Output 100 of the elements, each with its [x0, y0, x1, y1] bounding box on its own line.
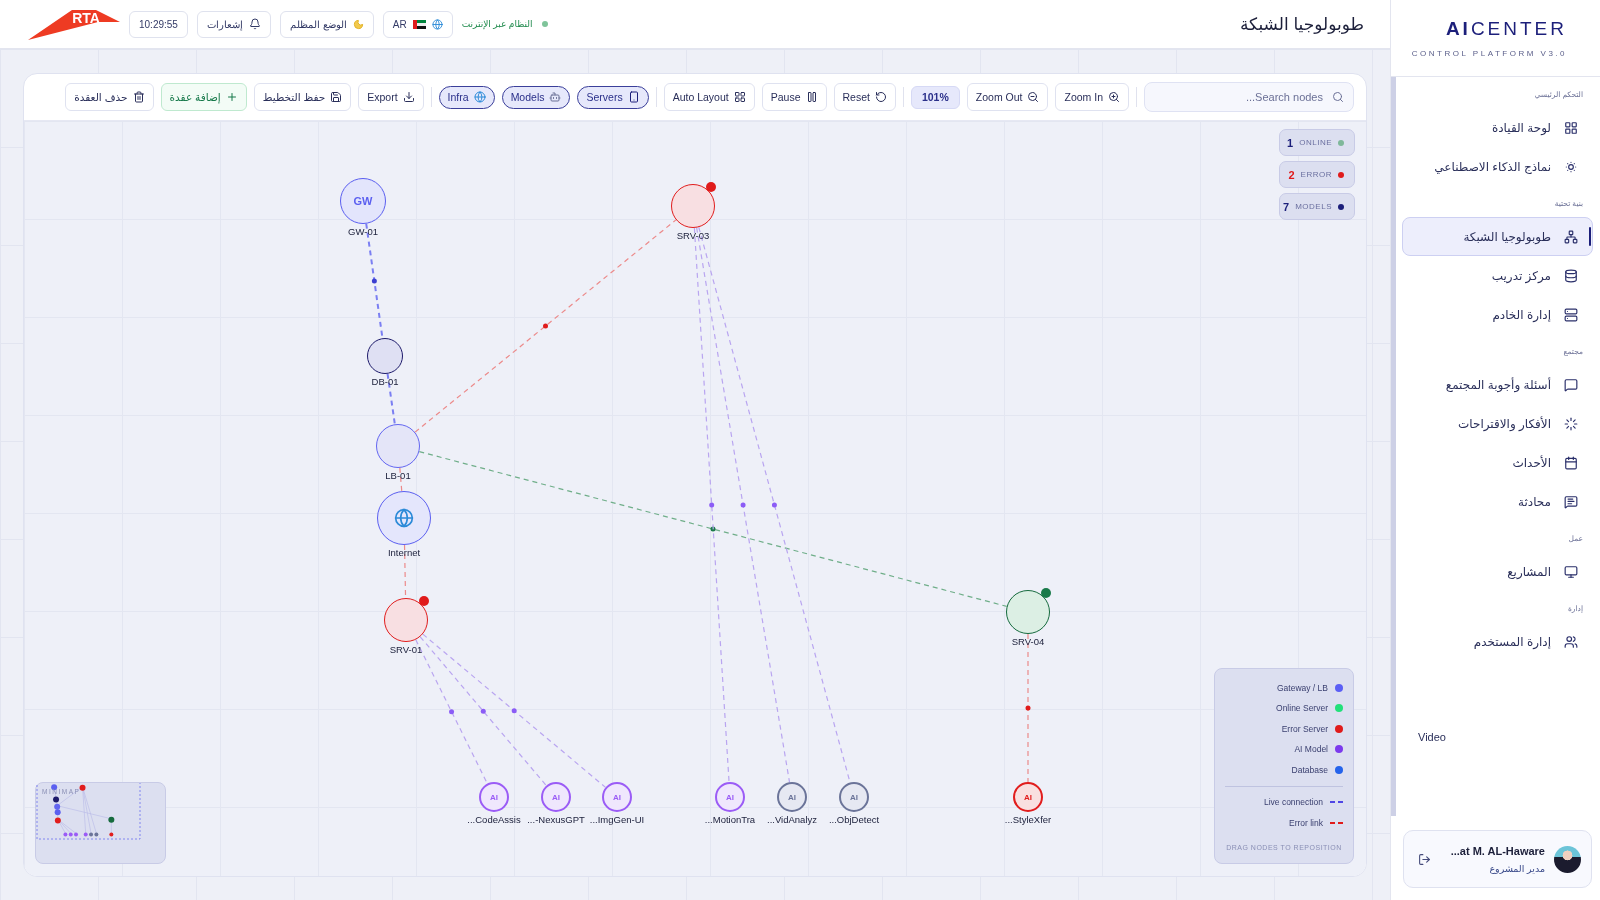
node-label: Internet	[387, 547, 421, 558]
system-status: النظام عبر الإنترنت	[461, 19, 533, 29]
internet-node[interactable]	[377, 491, 431, 545]
link-dot	[710, 526, 716, 532]
nav-item[interactable]: لوحة القيادة	[1402, 108, 1593, 147]
nav-item[interactable]: إدارة الخادم	[1402, 295, 1593, 334]
nav-item[interactable]: نماذج الذكاء الاصطناعي	[1402, 147, 1593, 186]
logout-button[interactable]	[1418, 852, 1431, 866]
filter-chip[interactable]: Servers	[577, 85, 649, 109]
node-label: SRV-04	[1011, 636, 1045, 647]
nav-link[interactable]: Video	[1418, 731, 1446, 743]
network-icon	[1564, 229, 1578, 244]
legend-label: Online Server	[1276, 703, 1328, 714]
trash-icon	[132, 91, 145, 103]
toolbar-button[interactable]: حذف العقدة	[65, 83, 154, 111]
link-dot	[709, 502, 715, 508]
globe-icon	[473, 91, 486, 103]
chat-icon	[1564, 377, 1578, 392]
node-glyph: AI	[850, 792, 858, 802]
legend-label: AI Model	[1294, 744, 1328, 755]
pause-icon	[805, 91, 818, 103]
toolbar-button[interactable]: حفظ التخطيط	[253, 83, 352, 111]
user-name: ...at M. AL-Haware	[1450, 844, 1545, 857]
node-glyph: GW	[353, 195, 373, 207]
toolbar-button[interactable]: إضافة عقدة	[160, 83, 247, 111]
node-label: ...-NexusGPT	[527, 814, 585, 825]
node-label: ...VidAnalyz	[767, 814, 817, 825]
monitor-icon	[1564, 564, 1578, 579]
legend-label: Live connection	[1263, 797, 1323, 808]
stat-count: 2	[1288, 168, 1295, 181]
legend-label: Database	[1291, 764, 1328, 775]
zoom-out-icon	[1027, 91, 1040, 103]
rotate-icon	[874, 91, 887, 103]
node-label: LB-01	[385, 470, 411, 481]
brand-tagline: CONTROL PLATFORM V3.0	[1411, 49, 1567, 58]
database-node[interactable]	[367, 338, 403, 374]
nav-item[interactable]: مركز تدريب	[1402, 256, 1593, 295]
stat-count: 7	[1283, 200, 1290, 213]
nav-item[interactable]: إدارة المستخدم	[1402, 622, 1593, 661]
toolbar-button[interactable]: Pause	[761, 83, 827, 111]
server-node[interactable]	[1006, 590, 1050, 634]
stat-count: 1	[1287, 136, 1294, 149]
notifications-button[interactable]: إشعارات	[196, 10, 271, 38]
model-node[interactable]: AI	[1013, 782, 1043, 812]
toolbar-button[interactable]: Auto Layout	[663, 83, 755, 111]
bell-icon	[248, 18, 261, 30]
server-icon	[1564, 307, 1578, 322]
zoom-level[interactable]: 101%	[910, 85, 960, 109]
save-icon	[330, 91, 343, 103]
search-icon	[1332, 91, 1344, 103]
dark-mode-button[interactable]: الوضع المظلم	[279, 10, 374, 38]
load-balancer-node[interactable]	[376, 424, 420, 468]
gateway-node[interactable]: GW	[340, 178, 386, 224]
toolbar-button[interactable]: Zoom In	[1055, 83, 1129, 111]
link-dot	[511, 708, 517, 714]
loader-icon	[1564, 416, 1578, 431]
server-node[interactable]	[384, 598, 428, 642]
zoom-in-icon	[1108, 91, 1120, 103]
users-icon	[1564, 634, 1578, 649]
toolbar-button[interactable]: Export	[358, 83, 424, 111]
robot-icon	[549, 91, 562, 103]
globe-icon	[431, 18, 443, 30]
server-node[interactable]	[671, 184, 715, 228]
plus-icon	[225, 91, 238, 103]
node-glyph: AI	[552, 792, 560, 802]
nav-item[interactable]: محادثة	[1402, 482, 1593, 521]
model-node[interactable]: AI	[839, 782, 869, 812]
node-label: ...StyleXfer	[1004, 814, 1052, 825]
node-glyph: AI	[788, 792, 796, 802]
link-dot	[740, 502, 746, 508]
grid-icon	[1564, 120, 1578, 135]
link-dot	[449, 709, 455, 715]
nav-item[interactable]: المشاريع	[1402, 552, 1593, 591]
legend-label: Error Server	[1281, 723, 1328, 734]
toolbar-button[interactable]: Zoom Out	[966, 83, 1049, 111]
clock: 10:29:55	[129, 10, 188, 38]
rta-logo: RTA	[28, 8, 120, 40]
nav-item[interactable]: طوبولوجيا الشبكة	[1402, 217, 1593, 256]
brand-name: AI CENTER	[1445, 18, 1567, 40]
toolbar-button[interactable]: Reset	[833, 83, 896, 111]
language-button[interactable]: AR	[382, 10, 453, 38]
calendar-icon	[1564, 455, 1578, 470]
phone-icon	[627, 91, 640, 103]
model-node[interactable]: AI	[777, 782, 807, 812]
flag-icon	[412, 19, 426, 29]
filter-chip[interactable]: Models	[501, 85, 571, 109]
nav-item[interactable]: الأفكار والاقتراحات	[1402, 404, 1593, 443]
node-label: ...CodeAssis	[467, 814, 521, 825]
link-dot	[1025, 705, 1031, 711]
legend-label: Gateway / LB	[1276, 682, 1328, 693]
stat-label: ERROR	[1300, 170, 1332, 179]
node-label: SRV-03	[676, 230, 710, 241]
filter-chip[interactable]: Infra	[438, 85, 495, 109]
node-label: DB-01	[371, 376, 399, 387]
nav-item[interactable]: الأحداث	[1402, 443, 1593, 482]
link-dot	[771, 502, 777, 508]
search-field[interactable]: Search nodes...	[1144, 82, 1354, 112]
link-dot	[480, 708, 486, 714]
nav-item[interactable]: أسئلة وأجوبة المجتمع	[1402, 365, 1593, 404]
avatar	[1554, 845, 1581, 873]
